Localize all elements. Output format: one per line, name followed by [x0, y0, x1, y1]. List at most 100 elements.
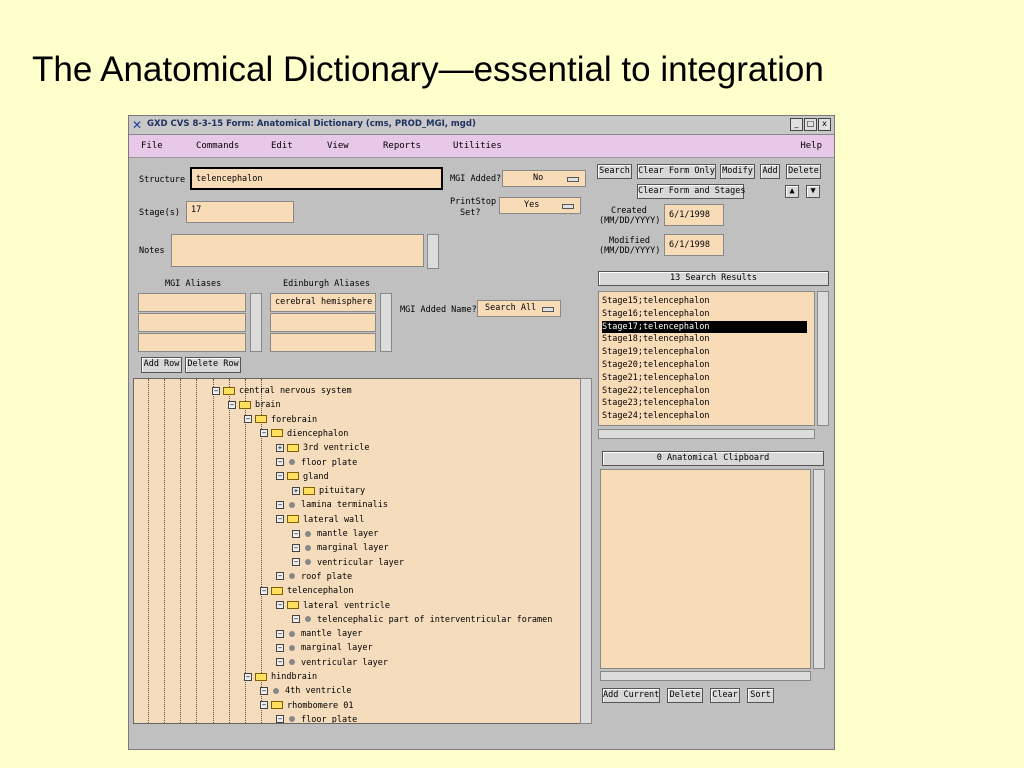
arrow-up-button[interactable]: ▲ — [785, 185, 799, 198]
structure-field[interactable]: telencephalon — [190, 167, 443, 190]
search-result-item[interactable]: Stage18;telencephalon — [602, 333, 709, 345]
tree-node[interactable]: − forebrain — [244, 413, 317, 427]
tree-node[interactable]: − floor plate — [276, 713, 357, 723]
maximize-button[interactable]: □ — [804, 118, 817, 131]
collapse-icon[interactable]: − — [276, 601, 284, 609]
collapse-icon[interactable]: − — [228, 400, 236, 409]
tree-node[interactable]: − mantle layer — [276, 627, 362, 641]
search-result-item[interactable]: Stage21;telencephalon — [602, 372, 709, 384]
modify-button[interactable]: Modify — [720, 164, 755, 179]
results-vscrollbar[interactable] — [817, 291, 829, 426]
tree-node[interactable]: − lateral wall — [276, 513, 364, 527]
search-result-item[interactable]: Stage20;telencephalon — [602, 359, 709, 371]
delete-button[interactable]: Delete — [786, 164, 821, 179]
tree-node[interactable]: − brain — [228, 398, 281, 412]
add-row-button[interactable]: Add Row — [141, 357, 182, 373]
collapse-icon[interactable]: − — [260, 429, 268, 438]
notes-field[interactable] — [171, 234, 424, 267]
expand-icon[interactable]: + — [292, 486, 300, 495]
clear-form-only-button[interactable]: Clear Form Only — [637, 164, 716, 179]
search-result-item[interactable]: Stage24;telencephalon — [602, 410, 709, 422]
tree-node[interactable]: − floor plate — [276, 456, 357, 470]
tree-node[interactable]: +3rd ventricle — [276, 441, 370, 455]
close-button[interactable]: x — [818, 118, 831, 131]
add-button[interactable]: Add — [760, 164, 780, 179]
search-result-item[interactable]: Stage15;telencephalon — [602, 295, 709, 307]
tree-node[interactable]: − marginal layer — [276, 641, 373, 655]
clipboard-hscrollbar[interactable] — [600, 671, 811, 681]
edinburgh-aliases-scrollbar[interactable] — [380, 293, 392, 352]
collapse-icon[interactable]: − — [276, 515, 284, 524]
results-hscrollbar[interactable] — [598, 429, 815, 439]
search-button[interactable]: Search — [597, 164, 632, 179]
menu-edit[interactable]: Edit — [271, 141, 293, 151]
collapse-icon[interactable]: − — [276, 658, 284, 667]
delete-row-button[interactable]: Delete Row — [185, 357, 241, 373]
collapse-icon[interactable]: − — [276, 572, 284, 581]
search-result-item[interactable]: Stage23;telencephalon — [602, 397, 709, 409]
arrow-down-button[interactable]: ▼ — [806, 185, 820, 198]
collapse-icon[interactable]: − — [276, 715, 284, 723]
tree-node[interactable]: − lamina terminalis — [276, 498, 388, 512]
collapse-icon[interactable]: − — [212, 386, 220, 395]
search-result-item[interactable]: Stage19;telencephalon — [602, 346, 709, 358]
minimize-button[interactable]: _ — [790, 118, 803, 131]
menu-file[interactable]: File — [141, 141, 163, 151]
tree-node[interactable]: − telencephalon — [260, 584, 354, 598]
tree-node[interactable]: − mantle layer — [292, 527, 378, 541]
tree-node[interactable]: − diencephalon — [260, 427, 348, 441]
tree-node[interactable]: − roof plate — [276, 570, 352, 584]
clipboard-delete-button[interactable]: Delete — [667, 688, 703, 703]
tree-node[interactable]: − ventricular layer — [292, 556, 404, 570]
mgi-alias-field[interactable] — [138, 333, 246, 352]
add-current-button[interactable]: Add Current — [602, 688, 660, 703]
collapse-icon[interactable]: − — [260, 701, 268, 710]
menu-reports[interactable]: Reports — [383, 141, 421, 151]
mgi-alias-field[interactable] — [138, 313, 246, 332]
tree-node[interactable]: − ventricular layer — [276, 656, 388, 670]
collapse-icon[interactable]: − — [292, 615, 300, 624]
clipboard-sort-button[interactable]: Sort — [747, 688, 774, 703]
search-result-item[interactable]: Stage22;telencephalon — [602, 385, 709, 397]
menu-view[interactable]: View — [327, 141, 349, 151]
edinburgh-alias-field[interactable] — [270, 313, 376, 332]
menu-help[interactable]: Help — [800, 141, 822, 151]
clear-form-and-stages-button[interactable]: Clear Form and Stages — [637, 184, 745, 199]
edinburgh-alias-field[interactable]: cerebral hemisphere — [270, 293, 376, 312]
tree-node[interactable]: − lateral ventricle — [276, 599, 390, 613]
collapse-icon[interactable]: − — [276, 500, 284, 509]
collapse-icon[interactable]: − — [292, 543, 300, 552]
mgi-alias-field[interactable] — [138, 293, 246, 312]
collapse-icon[interactable]: − — [244, 415, 252, 424]
collapse-icon[interactable]: − — [292, 558, 300, 567]
collapse-icon[interactable]: − — [276, 643, 284, 652]
clipboard-vscrollbar[interactable] — [813, 469, 825, 669]
collapse-icon[interactable]: − — [276, 458, 284, 466]
modified-date-field[interactable]: 6/1/1998 — [664, 234, 724, 256]
tree-node[interactable]: − marginal layer — [292, 541, 389, 555]
printstop-menu[interactable]: Yes — [499, 197, 581, 214]
tree-node[interactable]: − hindbrain — [244, 670, 317, 684]
edinburgh-alias-field[interactable] — [270, 333, 376, 352]
mgi-added-menu[interactable]: No — [502, 170, 586, 187]
collapse-icon[interactable]: − — [276, 472, 284, 481]
expand-icon[interactable]: + — [276, 443, 284, 452]
tree-scrollbar[interactable] — [580, 378, 592, 724]
window-titlebar[interactable]: ✕ GXD CVS 8-3-15 Form: Anatomical Dictio… — [129, 116, 834, 135]
collapse-icon[interactable]: − — [244, 672, 252, 681]
tree-node[interactable]: + pituitary — [292, 484, 365, 498]
collapse-icon[interactable]: − — [276, 629, 284, 638]
collapse-icon[interactable]: − — [260, 586, 268, 595]
tree-node[interactable]: − gland — [276, 470, 329, 484]
mgi-aliases-scrollbar[interactable] — [250, 293, 262, 352]
search-result-item[interactable]: Stage17;telencephalon — [602, 320, 807, 333]
collapse-icon[interactable]: − — [260, 686, 268, 695]
search-result-item[interactable]: Stage16;telencephalon — [602, 308, 709, 320]
notes-scrollbar[interactable] — [427, 234, 439, 269]
collapse-icon[interactable]: − — [292, 529, 300, 538]
created-date-field[interactable]: 6/1/1998 — [664, 204, 724, 226]
tree-node[interactable]: − telencephalic part of interventricular … — [292, 613, 552, 627]
stages-field[interactable]: 17 — [186, 201, 294, 223]
menu-commands[interactable]: Commands — [196, 141, 239, 151]
mgi-added-name-menu[interactable]: Search All — [477, 300, 561, 317]
